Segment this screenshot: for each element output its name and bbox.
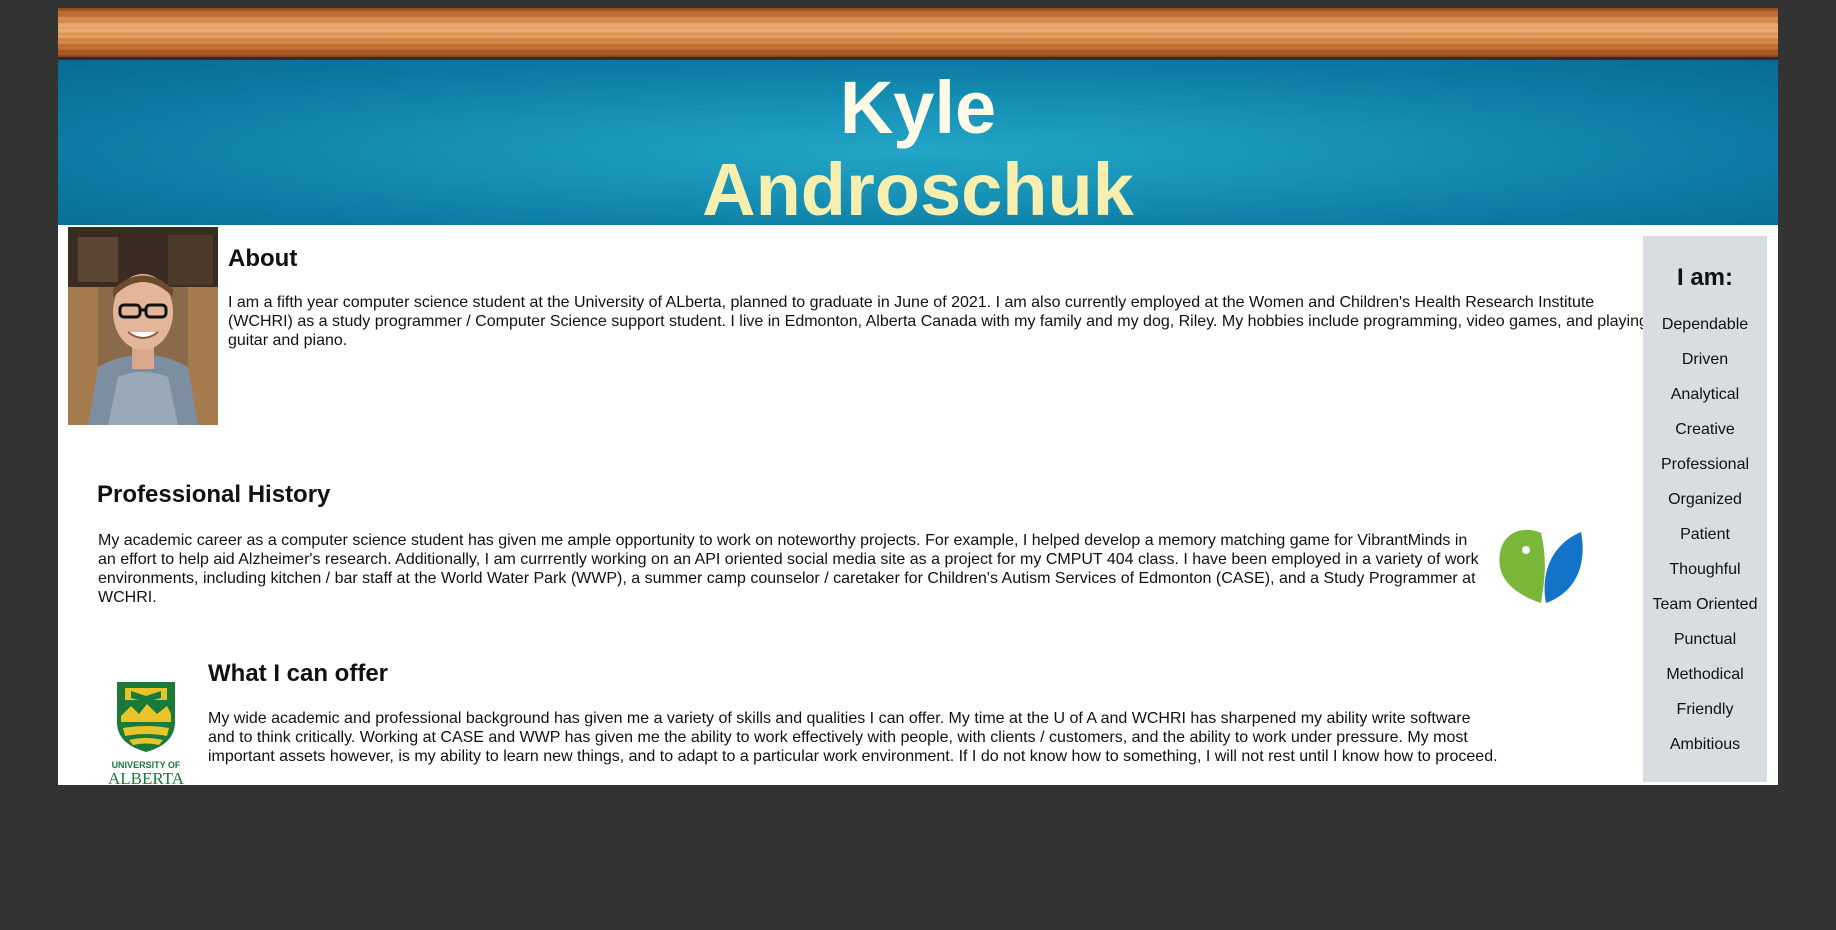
trait-item: Team Oriented	[1652, 596, 1758, 613]
what-i-can-offer-text: My wide academic and professional backgr…	[208, 710, 1498, 765]
last-name: Androschuk	[702, 148, 1134, 231]
profile-photo	[68, 227, 218, 425]
trait-item: Thoughful	[1669, 561, 1741, 578]
trait-item: Creative	[1675, 421, 1735, 438]
traits-heading: I am:	[1676, 264, 1733, 291]
about-text: I am a fifth year computer science stude…	[228, 294, 1648, 349]
professional-history-text: My academic career as a computer science…	[98, 532, 1479, 606]
university-of-alberta-logo: UNIVERSITY OF ALBERTA	[91, 678, 201, 788]
wood-header-strip	[58, 8, 1778, 60]
name-banner: Kyle Androschuk	[58, 60, 1778, 230]
trait-item: Organized	[1668, 491, 1742, 508]
professional-history-heading: Professional History	[97, 481, 331, 508]
trait-item: Driven	[1681, 351, 1729, 368]
page-container: Kyle Androschuk About I am a fifth year …	[58, 8, 1778, 788]
trait-item: Punctual	[1673, 631, 1737, 648]
first-name: Kyle	[839, 66, 997, 149]
traits-list: Dependable Driven Analytical Creative Pr…	[1643, 316, 1767, 771]
trait-item: Patient	[1680, 526, 1730, 543]
traits-sidebar: I am: Dependable Driven Analytical Creat…	[1643, 236, 1767, 782]
trait-item: Dependable	[1661, 316, 1749, 333]
trait-item: Ambitious	[1669, 736, 1741, 753]
vibrantminds-logo	[1486, 518, 1596, 608]
trait-item: Professional	[1660, 456, 1750, 473]
trait-item: Analytical	[1670, 386, 1740, 403]
ua-logo-line2: ALBERTA	[108, 769, 185, 788]
about-heading: About	[228, 245, 298, 272]
trait-item: Methodical	[1666, 666, 1744, 683]
what-i-can-offer-heading: What I can offer	[208, 660, 389, 687]
trait-item: Friendly	[1676, 701, 1734, 718]
